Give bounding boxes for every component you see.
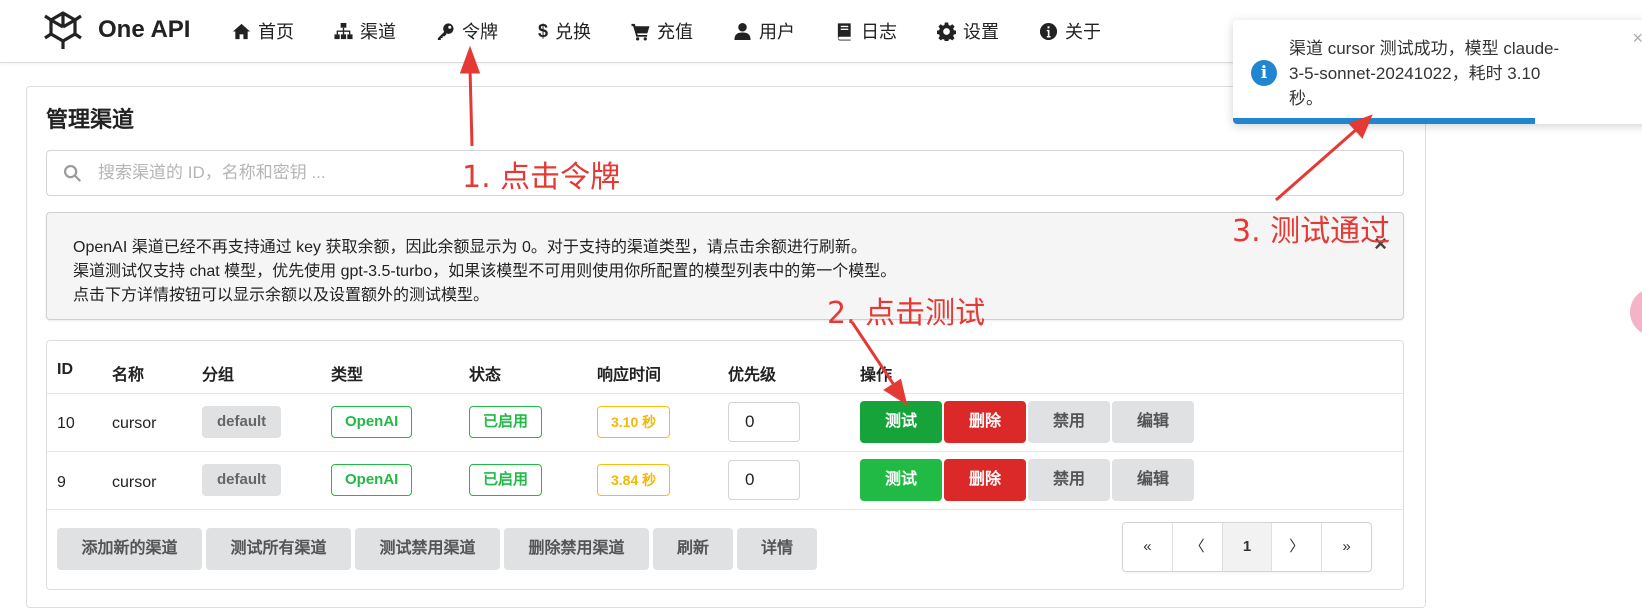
notice-line-1: OpenAI 渠道已经不再支持通过 key 获取余额，因此余额显示为 0。对于支…	[73, 239, 867, 256]
test-button[interactable]: 测试	[860, 401, 942, 443]
nav-home-label: 首页	[258, 22, 294, 42]
nav-redeem-label: 兑换	[555, 22, 592, 42]
status-badge: 已启用	[469, 406, 543, 438]
priority-input[interactable]: 0	[728, 460, 800, 500]
row-name: cursor	[112, 415, 157, 432]
annotation-step-2: 2. 点击测试	[827, 296, 986, 331]
row-divider	[47, 451, 1403, 452]
column-header-priority[interactable]: 优先级	[728, 361, 776, 385]
row-id: 10	[57, 415, 75, 432]
success-toast: i 渠道 cursor 测试成功，模型 claude- 3-5-sonnet-2…	[1233, 20, 1642, 124]
dollar-icon: $	[538, 20, 549, 41]
edit-button[interactable]: 编辑	[1112, 401, 1194, 443]
annotation-step-1: 1. 点击令牌	[462, 160, 621, 195]
delete-button[interactable]: 删除	[944, 459, 1026, 501]
nav-channels-label: 渠道	[360, 22, 396, 42]
side-floating-button[interactable]	[1630, 288, 1642, 336]
add-channel-button[interactable]: 添加新的渠道	[57, 528, 202, 570]
pagination: « 〈 1 〉 »	[1122, 522, 1372, 572]
test-disabled-channels-button[interactable]: 测试禁用渠道	[355, 528, 500, 570]
search-icon	[63, 164, 82, 182]
type-badge: OpenAI	[331, 406, 413, 438]
last-page-button[interactable]: »	[1322, 523, 1371, 571]
sitemap-icon	[334, 22, 353, 39]
info-icon: i	[1251, 60, 1277, 86]
page-title: 管理渠道	[46, 107, 135, 132]
search-bar	[46, 150, 1404, 196]
nav-about-label: 关于	[1065, 22, 1102, 42]
toast-close-icon[interactable]: ×	[1632, 28, 1642, 49]
column-header-id[interactable]: ID	[57, 361, 73, 379]
nav-users-label: 用户	[759, 22, 796, 42]
book-icon	[837, 22, 851, 41]
nav-logs-label: 日志	[861, 22, 898, 42]
row-divider	[47, 393, 1403, 394]
toast-message-line-1: 渠道 cursor 测试成功，模型 claude-	[1289, 39, 1560, 58]
nav-topup[interactable]: 充值	[631, 18, 693, 44]
toast-message-line-2: 3-5-sonnet-20241022，耗时 3.10	[1289, 64, 1541, 83]
toast-progress-bar	[1233, 118, 1536, 124]
group-badge: default	[202, 464, 282, 496]
prev-page-button[interactable]: 〈	[1173, 523, 1223, 571]
brand-name[interactable]: One API	[98, 16, 190, 44]
notice-line-2: 渠道测试仅支持 chat 模型，优先使用 gpt-3.5-turbo，如果该模型…	[73, 263, 897, 280]
priority-input[interactable]: 0	[728, 402, 800, 442]
type-badge: OpenAI	[331, 464, 413, 496]
search-input[interactable]	[96, 162, 1300, 184]
toast-message: 渠道 cursor 测试成功，模型 claude- 3-5-sonnet-202…	[1289, 36, 1589, 111]
delete-button[interactable]: 删除	[944, 401, 1026, 443]
column-header-name[interactable]: 名称	[112, 361, 144, 385]
nav-topup-label: 充值	[657, 22, 694, 42]
nav-channels[interactable]: 渠道	[334, 18, 396, 44]
delete-disabled-channels-button[interactable]: 删除禁用渠道	[504, 528, 649, 570]
column-header-actions: 操作	[860, 367, 893, 384]
column-header-response-time[interactable]: 响应时间	[597, 361, 661, 385]
nav-home[interactable]: 首页	[232, 18, 294, 44]
response-time-badge[interactable]: 3.84 秒	[597, 464, 671, 496]
info-notice: OpenAI 渠道已经不再支持通过 key 获取余额，因此余额显示为 0。对于支…	[46, 212, 1404, 320]
nav-users[interactable]: 用户	[733, 18, 795, 44]
group-badge: default	[202, 406, 282, 438]
gear-icon	[937, 21, 957, 41]
column-header-type[interactable]: 类型	[331, 361, 363, 385]
disable-button[interactable]: 禁用	[1028, 459, 1110, 501]
edit-button[interactable]: 编辑	[1112, 459, 1194, 501]
nav-logs[interactable]: 日志	[835, 18, 897, 44]
notice-line-3: 点击下方详情按钮可以显示余额以及设置额外的测试模型。	[73, 287, 490, 304]
user-icon	[734, 22, 751, 40]
row-divider	[47, 509, 1403, 510]
page-1-button[interactable]: 1	[1222, 523, 1273, 571]
next-page-button[interactable]: 〉	[1272, 523, 1323, 571]
disable-button[interactable]: 禁用	[1028, 401, 1110, 443]
home-icon	[232, 23, 251, 39]
row-name: cursor	[112, 474, 157, 491]
openai-logo-icon[interactable]	[40, 8, 86, 54]
info-icon	[1039, 22, 1058, 40]
status-badge: 已启用	[469, 464, 543, 496]
annotation-step-3: 3. 测试通过	[1232, 214, 1391, 249]
column-header-status[interactable]: 状态	[469, 361, 501, 385]
main-nav: 首页 渠道 令牌 $ 兑换 充值 用户 日志 设置 关于	[232, 0, 1141, 62]
nav-about[interactable]: 关于	[1039, 18, 1101, 44]
key-icon	[437, 22, 454, 40]
details-button[interactable]: 详情	[737, 528, 817, 570]
nav-redeem[interactable]: $ 兑换	[538, 18, 591, 44]
response-time-badge[interactable]: 3.10 秒	[597, 406, 671, 438]
test-all-channels-button[interactable]: 测试所有渠道	[206, 528, 351, 570]
row-id: 9	[57, 474, 66, 491]
nav-tokens[interactable]: 令牌	[436, 18, 498, 44]
test-button[interactable]: 测试	[860, 459, 942, 501]
nav-settings-label: 设置	[963, 22, 1000, 42]
nav-tokens-label: 令牌	[462, 22, 498, 42]
refresh-button[interactable]: 刷新	[653, 528, 733, 570]
toast-message-line-3: 秒。	[1289, 89, 1323, 108]
nav-settings[interactable]: 设置	[937, 18, 999, 44]
cart-icon	[631, 23, 650, 41]
first-page-button[interactable]: «	[1123, 523, 1173, 571]
column-header-group[interactable]: 分组	[202, 361, 234, 385]
